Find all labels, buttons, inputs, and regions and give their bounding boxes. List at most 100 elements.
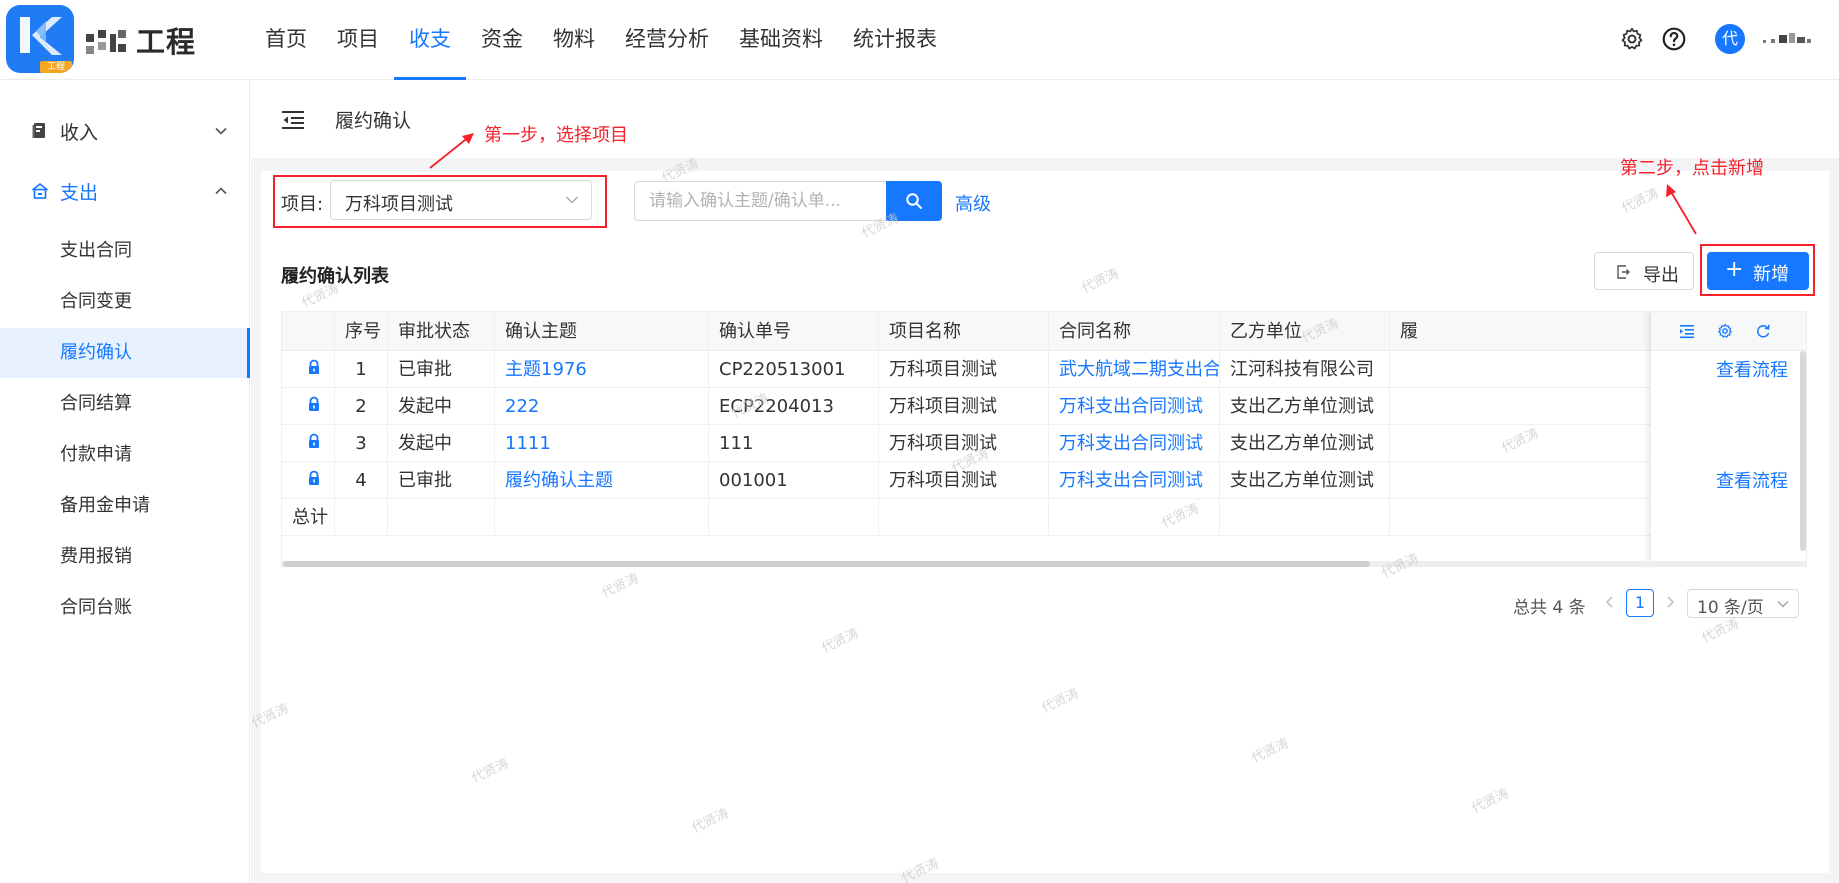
- sidebar-group-label: 支出: [60, 181, 99, 204]
- page-title: 履约确认: [335, 110, 412, 132]
- table-cell-party-b: 支出乙方单位测试: [1220, 425, 1390, 462]
- table-cell-subject[interactable]: 1111: [495, 425, 709, 462]
- table-cell-party-b: 江河科技有限公司: [1220, 351, 1390, 388]
- export-button[interactable]: 导出: [1594, 252, 1694, 290]
- book-icon: [32, 123, 45, 138]
- gear-icon[interactable]: [1619, 26, 1645, 52]
- sidebar-item[interactable]: 合同台账: [0, 583, 250, 633]
- logo-mark-icon: [20, 17, 62, 55]
- table-total-cell: [335, 499, 388, 536]
- table-cell-contract[interactable]: 万科支出合同测试: [1049, 388, 1220, 425]
- chevron-right-icon[interactable]: [1663, 595, 1677, 609]
- sidebar-item[interactable]: 合同结算: [0, 379, 250, 429]
- export-button-label: 导出: [1643, 265, 1679, 286]
- brand-pixel-mark: [86, 26, 132, 54]
- table-cell-contract[interactable]: 万科支出合同测试: [1049, 462, 1220, 499]
- lock-cell: [282, 462, 335, 499]
- sidebar-item[interactable]: 支出合同: [0, 226, 250, 276]
- table-total-cell: [879, 499, 1049, 536]
- nav-item[interactable]: 物料: [538, 0, 610, 80]
- lock-icon: [309, 359, 319, 374]
- sidebar-item[interactable]: 备用金申请: [0, 481, 250, 531]
- table-total-cell: [495, 499, 709, 536]
- brand-name: 工程: [136, 25, 197, 59]
- table-header-cell[interactable]: 合同名称: [1049, 312, 1220, 351]
- table-cell-contract[interactable]: 万科支出合同测试: [1049, 425, 1220, 462]
- sidebar-group-expense[interactable]: 支出: [0, 166, 250, 216]
- table-cell-index: 2: [335, 388, 388, 425]
- table-total-cell: [1220, 499, 1390, 536]
- table-header: 序号 审批状态 确认主题 确认单号 项目名称 合同名称 乙方单位履: [282, 312, 1806, 351]
- table-total-cell: [709, 499, 879, 536]
- logo-tag: 工程: [40, 61, 72, 73]
- table-cell-party-b: 支出乙方单位测试: [1220, 388, 1390, 425]
- project-select-value: 万科项目测试: [345, 194, 453, 215]
- page-size-select[interactable]: 10 条/页: [1687, 589, 1799, 618]
- table-row[interactable]: 4 已审批 履约确认主题 001001 万科项目测试 万科支出合同测试 支出乙方单位测试: [282, 462, 1806, 499]
- app-logo[interactable]: 工程: [6, 5, 74, 73]
- table-cell-subject[interactable]: 主题1976: [495, 351, 709, 388]
- nav-item[interactable]: 收支: [394, 0, 466, 80]
- sidebar-item[interactable]: 履约确认: [0, 328, 250, 378]
- sidebar-group-income[interactable]: 收入: [0, 106, 250, 156]
- sidebar-item[interactable]: 付款申请: [0, 430, 250, 480]
- project-select[interactable]: 万科项目测试: [330, 180, 592, 220]
- table-row[interactable]: 2 发起中 222 ECP2204013 万科项目测试 万科支出合同测试 支出乙方单位测试: [282, 388, 1806, 425]
- horizontal-scrollbar[interactable]: [283, 561, 1370, 567]
- pagination-current-page[interactable]: 1: [1626, 589, 1654, 617]
- table-row[interactable]: 3 发起中 1111 111 万科项目测试 万科支出合同测试 支出乙方单位测试: [282, 425, 1806, 462]
- indent-icon[interactable]: [1679, 323, 1695, 339]
- chevron-down-icon: [215, 127, 227, 135]
- table-cell-status: 发起中: [388, 388, 495, 425]
- chevron-up-icon: [215, 187, 227, 195]
- view-flow-link[interactable]: 查看流程: [1716, 356, 1788, 382]
- top-header: 工程 工程 首页 项目 收支 资金 物料 经营分析 基础资料 统计报表 代: [0, 0, 1839, 80]
- username-redacted[interactable]: [1763, 31, 1813, 47]
- table-cell-subject[interactable]: 履约确认主题: [495, 462, 709, 499]
- table-row[interactable]: 1已审批主题1976CP220513001万科项目测试武大航域二期支出合同江河科…: [282, 351, 1806, 388]
- vertical-scrollbar[interactable]: [1800, 351, 1806, 551]
- sidebar-item[interactable]: 合同变更: [0, 277, 250, 327]
- menu-fold-icon[interactable]: [281, 110, 305, 130]
- table-header-cell[interactable]: 履: [1390, 312, 1651, 351]
- sidebar-group-label: 收入: [60, 121, 99, 144]
- confirmation-table: 序号 审批状态 确认主题 确认单号 项目名称 合同名称 乙方单位履 1 已审批 主题1976 CP…: [281, 311, 1807, 562]
- table-cell-subject[interactable]: 222: [495, 388, 709, 425]
- table-cell-contract[interactable]: 武大航域二期支出合同: [1049, 351, 1220, 388]
- table-header-cell[interactable]: 审批状态: [388, 312, 495, 351]
- home-icon: [32, 182, 48, 199]
- avatar[interactable]: 代: [1715, 24, 1745, 54]
- nav-item[interactable]: 统计报表: [838, 0, 952, 80]
- advanced-search-link[interactable]: 高级: [955, 190, 991, 216]
- export-icon: [1617, 265, 1630, 279]
- table-cell-number: CP220513001: [709, 351, 879, 388]
- table-total-label: 总计: [282, 499, 335, 536]
- table-header-cell[interactable]: 确认单号: [709, 312, 879, 351]
- refresh-icon[interactable]: [1755, 323, 1771, 339]
- annotation-step2: 第二步，点击新增: [1620, 158, 1764, 179]
- help-icon[interactable]: [1661, 26, 1687, 52]
- nav-item[interactable]: 基础资料: [724, 0, 838, 80]
- sidebar: 收入 支出 支出合同 合同变更 履约确认 合同结算 付款申请 备用金申请 费用报销 合同台账: [0, 80, 250, 883]
- view-flow-link[interactable]: 查看流程: [1716, 467, 1788, 493]
- nav-item[interactable]: 项目: [322, 0, 394, 80]
- chevron-left-icon[interactable]: [1603, 595, 1617, 609]
- nav-item[interactable]: 首页: [250, 0, 322, 80]
- table-cell-party-b: 支出乙方单位测试: [1220, 462, 1390, 499]
- table-cell-status: 已审批: [388, 351, 495, 388]
- add-button-label: 新增: [1753, 264, 1789, 285]
- nav-item[interactable]: 经营分析: [610, 0, 724, 80]
- annotation-arrow-icon: [429, 133, 474, 169]
- gear-icon[interactable]: [1717, 323, 1733, 339]
- nav-item[interactable]: 资金: [466, 0, 538, 80]
- sidebar-item[interactable]: 费用报销: [0, 532, 250, 582]
- lock-cell: [282, 388, 335, 425]
- table-tools: [1651, 312, 1806, 351]
- table-header-cell[interactable]: 序号: [335, 312, 388, 351]
- search-input[interactable]: [634, 181, 886, 221]
- add-button[interactable]: + 新增: [1707, 252, 1809, 290]
- lock-cell: [282, 425, 335, 462]
- table-header-cell[interactable]: 确认主题: [495, 312, 709, 351]
- table-fixed-actions: 查看流程 查看流程: [1651, 312, 1806, 561]
- table-header-cell[interactable]: 项目名称: [879, 312, 1049, 351]
